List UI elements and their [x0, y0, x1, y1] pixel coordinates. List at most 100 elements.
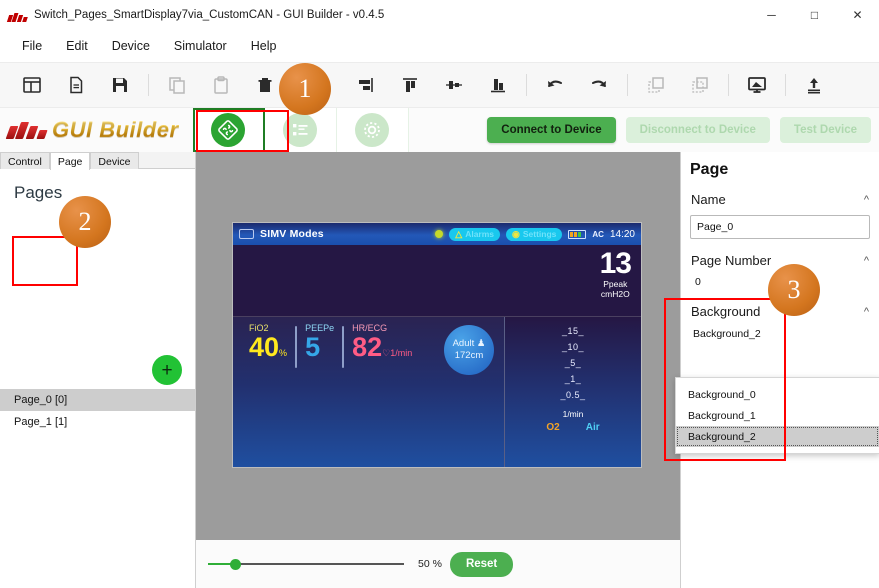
- window-controls: ─ □ ✕: [750, 0, 879, 30]
- title-bar: Switch_Pages_SmartDisplay7via_CustomCAN …: [0, 0, 879, 30]
- slider-fill: [208, 563, 230, 565]
- reset-zoom-button[interactable]: Reset: [449, 551, 514, 577]
- dropdown-option[interactable]: Background_1: [676, 405, 879, 426]
- chevron-up-icon[interactable]: ^: [864, 194, 869, 206]
- minimize-button[interactable]: ─: [750, 0, 793, 30]
- scale-tick: _10_: [561, 342, 585, 352]
- scale-tick: _5_: [564, 358, 582, 368]
- chevron-up-icon[interactable]: ^: [864, 255, 869, 267]
- tab-device[interactable]: Device: [90, 152, 139, 169]
- connect-to-device-button[interactable]: Connect to Device: [487, 117, 616, 143]
- maximize-button[interactable]: □: [793, 0, 836, 30]
- list-item[interactable]: Page_0 [0]: [0, 389, 195, 411]
- settings-button[interactable]: ◉ Settings: [506, 227, 563, 241]
- window-title: Switch_Pages_SmartDisplay7via_CustomCAN …: [34, 9, 385, 21]
- settings-mode-button[interactable]: [336, 108, 409, 152]
- name-section-header[interactable]: Name ^: [681, 186, 879, 213]
- brand-row: GUI Builder Connect to Device Disconnect…: [0, 108, 879, 152]
- scale-tick: _15_: [561, 326, 585, 336]
- status-indicator-dot: [435, 230, 444, 238]
- design-canvas[interactable]: SIMV Modes △ Alarms ◉ Settings AC 14:20 …: [196, 152, 680, 540]
- add-page-button[interactable]: +: [152, 355, 182, 385]
- properties-title: Page: [690, 161, 729, 178]
- app-logo-icon: [6, 8, 28, 22]
- heart-icon: ♡: [382, 348, 391, 358]
- vital-value: 40: [249, 332, 280, 362]
- slider-knob[interactable]: [230, 558, 241, 570]
- background-section-label: Background: [691, 304, 761, 319]
- alarms-button[interactable]: △ Alarms: [449, 227, 501, 241]
- menu-item-edit[interactable]: Edit: [54, 35, 100, 57]
- puzzle-icon: [211, 113, 246, 147]
- align-bottom-icon[interactable]: [476, 63, 520, 107]
- scale-tick: _1_: [564, 374, 582, 384]
- pages-heading: Pages: [14, 183, 63, 202]
- tab-page[interactable]: Page: [49, 152, 91, 170]
- ppeak-value: 13: [599, 247, 632, 280]
- zoom-value-label: 50 %: [418, 558, 442, 570]
- scale-unit: 1/min: [562, 409, 584, 419]
- brand-name: GUI Builder: [52, 117, 179, 142]
- annotation-badge-2: 2: [59, 196, 111, 248]
- toolbar-separator: [728, 74, 729, 96]
- annotation-badge-1: 1: [279, 63, 331, 115]
- align-top-icon[interactable]: [388, 63, 432, 107]
- new-file-icon[interactable]: [54, 63, 98, 107]
- tab-control[interactable]: Control: [0, 152, 50, 169]
- battery-icon: [568, 229, 587, 239]
- paste-icon[interactable]: [199, 63, 243, 107]
- menu-item-device[interactable]: Device: [100, 35, 162, 57]
- ppeak-readout: 13 Ppeak cmH2O: [599, 247, 632, 300]
- page-name-input[interactable]: Page_0: [690, 215, 870, 239]
- patient-badge[interactable]: Adult ♟ 172cm: [444, 325, 494, 375]
- gas-label-air: Air: [585, 422, 600, 433]
- zoom-slider[interactable]: [208, 557, 404, 571]
- chevron-up-icon[interactable]: ^: [864, 306, 869, 318]
- gui-builder-logo: GUI Builder: [5, 117, 179, 143]
- menu-bar: File Edit Device Simulator Help: [0, 30, 879, 62]
- name-section-label: Name: [691, 192, 726, 207]
- save-icon[interactable]: [98, 63, 142, 107]
- screen-title: SIMV Modes: [260, 228, 324, 240]
- vital-value: 82: [352, 332, 383, 362]
- export-icon[interactable]: [792, 63, 836, 107]
- copy-icon[interactable]: [155, 63, 199, 107]
- vital-unit: 1/min: [390, 348, 413, 358]
- preview-icon[interactable]: [735, 63, 779, 107]
- list-icon: [283, 113, 318, 147]
- close-button[interactable]: ✕: [836, 0, 879, 30]
- vital-fio2: FiO2 40%: [241, 323, 295, 366]
- ppeak-unit: cmH2O: [600, 289, 630, 299]
- screen-top-bar: SIMV Modes △ Alarms ◉ Settings AC 14:20: [233, 223, 641, 245]
- menu-item-help[interactable]: Help: [239, 35, 289, 57]
- list-item[interactable]: Page_1 [1]: [0, 411, 195, 433]
- disconnect-to-device-button: Disconnect to Device: [625, 117, 770, 143]
- main-toolbar: [0, 62, 879, 108]
- toolbar-separator: [785, 74, 786, 96]
- flow-scale-panel: _15_ _10_ _5_ _1_ _0.5_ 1/min O2 Air: [505, 317, 641, 467]
- properties-panel: Page Name ^ Page_0 Page Number ^ 0 Backg…: [675, 152, 879, 588]
- device-button-group: Connect to Device Disconnect to Device T…: [487, 117, 871, 143]
- undo-icon[interactable]: [533, 63, 577, 107]
- vital-peep: PEEPe 5: [297, 323, 342, 361]
- redo-icon[interactable]: [577, 63, 621, 107]
- align-right-icon[interactable]: [344, 63, 388, 107]
- screen-lower-area: FiO2 40% PEEPe 5 HR/ECG 82♡1/min Adult ♟…: [233, 317, 641, 467]
- dropdown-option[interactable]: Background_0: [676, 384, 879, 405]
- background-selected-value[interactable]: Background_2: [681, 325, 879, 348]
- bell-icon: △: [455, 228, 463, 239]
- logo-chevrons-icon: [5, 121, 48, 139]
- dropdown-option[interactable]: Background_2: [676, 426, 879, 447]
- alarms-label: Alarms: [465, 229, 495, 239]
- menu-item-file[interactable]: File: [10, 35, 54, 57]
- send-back-icon[interactable]: [678, 63, 722, 107]
- new-layout-icon[interactable]: [10, 63, 54, 107]
- menu-item-simulator[interactable]: Simulator: [162, 35, 239, 57]
- bring-front-icon[interactable]: [634, 63, 678, 107]
- gas-label-o2: O2: [546, 422, 560, 433]
- design-mode-button[interactable]: [192, 108, 265, 152]
- distribute-horizontal-icon[interactable]: [432, 63, 476, 107]
- device-screen-preview[interactable]: SIMV Modes △ Alarms ◉ Settings AC 14:20 …: [232, 222, 642, 468]
- panel-tabs: Control Page Device: [0, 152, 195, 170]
- background-dropdown-list[interactable]: Background_0 Background_1 Background_2: [675, 377, 879, 454]
